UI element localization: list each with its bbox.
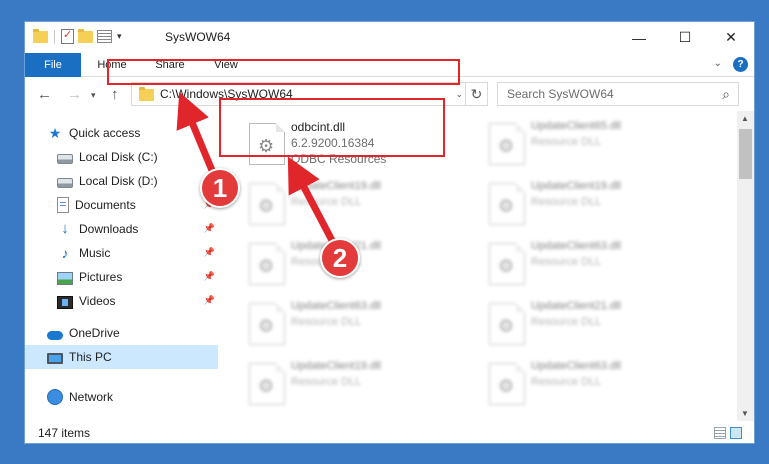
arrow-to-file-icon bbox=[287, 156, 340, 250]
step-2-badge: 2 bbox=[320, 238, 360, 278]
step-1-badge: 1 bbox=[200, 168, 240, 208]
annotation-arrows bbox=[176, 91, 340, 250]
